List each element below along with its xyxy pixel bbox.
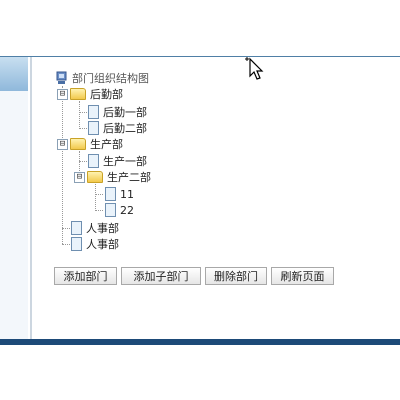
mouse-pointer-icon: [245, 57, 264, 80]
document-icon: [88, 105, 99, 119]
tree-node-22[interactable]: 22: [105, 202, 134, 218]
collapse-toggle-icon[interactable]: ⊟: [57, 138, 68, 150]
department-tree: 部门组织结构图 ⊟ 后勤部 后勤一部 后勤二部 ⊟ 生产部 生产一部 ⊟ 生产二…: [0, 0, 400, 340]
tree-node-label: 生产一部: [103, 155, 147, 168]
folder-icon: [87, 171, 103, 183]
tree-connector: [62, 244, 70, 245]
tree-node-11[interactable]: 11: [105, 186, 134, 202]
tree-node-label: 后勤二部: [103, 122, 147, 135]
org-chart-icon: [56, 71, 67, 84]
tree-connector: [79, 112, 87, 113]
add-department-button[interactable]: 添加部门: [54, 267, 117, 285]
refresh-page-button[interactable]: 刷新页面: [271, 267, 334, 285]
tree-root[interactable]: 部门组织结构图: [56, 70, 149, 86]
tree-node-logistics[interactable]: ⊟ 后勤部: [57, 86, 123, 102]
tree-node-label: 22: [120, 203, 134, 217]
collapse-toggle-icon[interactable]: ⊟: [57, 88, 68, 100]
document-icon: [88, 154, 99, 168]
document-icon: [71, 221, 82, 235]
document-icon: [105, 203, 116, 217]
tree-node-production-1[interactable]: 生产一部: [88, 153, 147, 169]
tree-connector: [62, 86, 63, 244]
tree-node-production-2[interactable]: ⊟ 生产二部: [74, 169, 151, 185]
document-icon: [88, 121, 99, 135]
tree-node-label: 人事部: [86, 238, 119, 251]
collapse-toggle-icon[interactable]: ⊟: [74, 171, 85, 183]
tree-connector: [95, 210, 103, 211]
tree-connector: [79, 101, 80, 129]
document-icon: [71, 237, 82, 251]
folder-icon: [70, 138, 86, 150]
tree-connector: [95, 194, 103, 195]
tree-node-label: 生产二部: [107, 171, 151, 184]
tree-node-hr[interactable]: 人事部: [71, 220, 119, 236]
document-icon: [105, 187, 116, 201]
below-area: [0, 345, 400, 400]
delete-department-button[interactable]: 删除部门: [205, 267, 267, 285]
tree-node-label: 后勤一部: [103, 106, 147, 119]
tree-node-label: 人事部: [86, 222, 119, 235]
add-sub-department-button[interactable]: 添加子部门: [121, 267, 201, 285]
tree-node-logistics-2[interactable]: 后勤二部: [88, 120, 147, 136]
tree-node-label: 生产部: [90, 138, 123, 151]
tree-node-label: 后勤部: [90, 88, 123, 101]
tree-connector: [79, 128, 87, 129]
tree-node-logistics-1[interactable]: 后勤一部: [88, 104, 147, 120]
tree-connector: [79, 161, 87, 162]
folder-icon: [70, 88, 86, 100]
tree-node-label: 11: [120, 187, 134, 201]
tree-node-hr-2[interactable]: 人事部: [71, 236, 119, 252]
tree-node-production[interactable]: ⊟ 生产部: [57, 136, 123, 152]
tree-connector: [95, 184, 96, 211]
tree-connector: [62, 228, 70, 229]
tree-root-label: 部门组织结构图: [72, 72, 149, 85]
